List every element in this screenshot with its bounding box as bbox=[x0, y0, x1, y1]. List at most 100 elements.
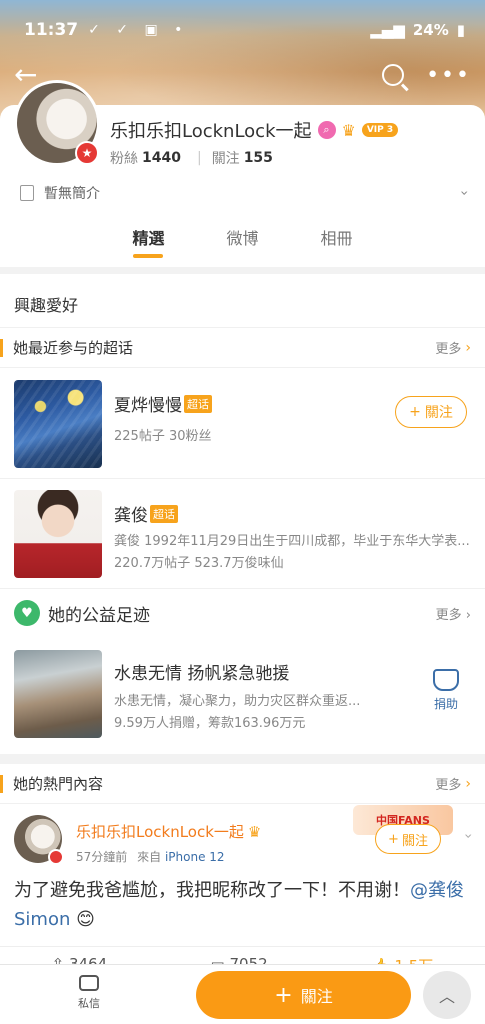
profile-stats: 粉絲 1440 | 關注 155 bbox=[110, 148, 279, 168]
smile-emoji-icon: 😊 bbox=[76, 909, 95, 930]
accent-bar bbox=[0, 338, 3, 357]
super-topics-title: 她最近参与的超话 bbox=[13, 339, 134, 357]
hot-more[interactable]: 更多 › bbox=[435, 774, 471, 794]
charity-title: 她的公益足迹 bbox=[48, 605, 150, 626]
message-button[interactable]: 私信 bbox=[78, 975, 100, 1011]
plus-icon: + bbox=[274, 982, 293, 1008]
charity-description: 水患无情，凝心聚力，助力灾区群众重返... bbox=[114, 694, 361, 709]
tab-weibo[interactable]: 微博 bbox=[226, 226, 258, 264]
topic-title-line: 龚俊 超话 bbox=[114, 501, 178, 526]
charity-block: ♥ 她的公益足迹 更多 › 水患无情 扬帆紧急驰援 水患无情，凝心聚力，助力灾区… bbox=[0, 589, 485, 738]
bottom-bar: 私信 + 關注 ︿ bbox=[0, 964, 485, 1024]
post-text[interactable]: 为了避免我爸尴尬，我把昵称改了一下！不用谢！@龚俊Simon 😊 bbox=[14, 876, 474, 934]
post-body: 为了避免我爸尴尬，我把昵称改了一下！不用谢！ bbox=[14, 880, 410, 901]
topic-stats: 220.7万帖子 523.7万俊味仙 bbox=[114, 556, 284, 571]
chevron-down-icon[interactable]: › bbox=[460, 833, 476, 839]
super-topic-tag: 超话 bbox=[150, 504, 178, 523]
donate-button[interactable]: 捐助 bbox=[433, 669, 459, 712]
follow-label: 關注 bbox=[300, 987, 333, 1006]
interests-title: 興趣愛好 bbox=[0, 274, 485, 328]
fans-count[interactable]: 1440 bbox=[142, 150, 181, 166]
bio-row[interactable]: 暫無簡介 › bbox=[20, 183, 472, 203]
more-label: 更多 bbox=[435, 342, 462, 357]
post-author[interactable]: 乐扣乐扣LocknLock一起 bbox=[76, 821, 244, 842]
battery-icon: ▮ bbox=[456, 21, 465, 39]
super-topics-more[interactable]: 更多 › bbox=[435, 338, 471, 358]
charity-title-line: 水患无情 扬帆紧急驰援 bbox=[114, 659, 289, 684]
crown-icon: ♛ bbox=[247, 822, 262, 841]
topic-title-line: 夏烨慢慢 超话 bbox=[114, 391, 212, 416]
list-item[interactable]: 龚俊 超话 龚俊 1992年11月29日出生于四川成都，毕业于东华大学表... … bbox=[0, 479, 485, 589]
charity-item-title: 水患无情 扬帆紧急驰援 bbox=[114, 664, 290, 684]
tab-album[interactable]: 相冊 bbox=[321, 226, 353, 264]
status-bar: 11:37 ✓ ✓ ▣ • ▂▄▆ 24% ▮ bbox=[24, 16, 465, 44]
charity-icon: ♥ bbox=[14, 600, 40, 626]
charity-more[interactable]: 更多 › bbox=[436, 604, 471, 623]
avatar[interactable]: ★ bbox=[14, 80, 100, 166]
topic-thumbnail bbox=[14, 490, 102, 578]
chevron-down-icon[interactable]: › bbox=[456, 190, 472, 196]
post-follow-button[interactable]: + 關注 bbox=[375, 824, 441, 854]
follow-label: 關注 bbox=[424, 405, 453, 421]
hot-header: 她的熱門內容 更多 › bbox=[0, 764, 485, 804]
post-device[interactable]: iPhone 12 bbox=[165, 850, 225, 864]
post-meta: 乐扣乐扣LocknLock一起 ♛ 57分鐘前 來自 iPhone 12 bbox=[76, 815, 261, 865]
more-label: 更多 bbox=[435, 778, 462, 793]
signal-icon: ▂▄▆ bbox=[370, 21, 405, 39]
post-time-row: 57分鐘前 來自 iPhone 12 bbox=[76, 848, 261, 865]
following-count[interactable]: 155 bbox=[244, 150, 273, 166]
topic-description: 龚俊 1992年11月29日出生于四川成都，毕业于东华大学表... bbox=[114, 534, 470, 549]
document-icon bbox=[20, 185, 34, 201]
post-author-row: 乐扣乐扣LocknLock一起 ♛ bbox=[76, 821, 261, 842]
follow-label: 關注 bbox=[401, 833, 428, 849]
search-icon[interactable] bbox=[382, 64, 405, 86]
search-badge-icon: ⌕ bbox=[317, 121, 336, 139]
profile-name: 乐扣乐扣LocknLock一起 bbox=[110, 121, 312, 142]
follow-button[interactable]: + 關注 bbox=[196, 971, 411, 1019]
vip-badge[interactable]: VIP 3 bbox=[361, 123, 399, 137]
super-topics-header: 她最近参与的超话 更多 › bbox=[0, 328, 485, 368]
hot-title: 她的熱門內容 bbox=[13, 775, 104, 793]
verified-badge-icon bbox=[48, 849, 64, 865]
list-item[interactable]: 水患无情 扬帆紧急驰援 水患无情，凝心聚力，助力灾区群众重返... 9.59万人… bbox=[0, 639, 485, 749]
more-label: 更多 bbox=[435, 607, 462, 623]
topic-name: 龚俊 bbox=[114, 506, 148, 526]
notification-icons: ✓ ✓ ▣ • bbox=[88, 22, 189, 38]
post-header: 乐扣乐扣LocknLock一起 ♛ 57分鐘前 來自 iPhone 12 bbox=[14, 815, 261, 865]
post-time: 57分鐘前 bbox=[76, 850, 128, 864]
back-arrow-icon[interactable]: ← bbox=[14, 61, 37, 89]
scroll-top-button[interactable]: ︿ bbox=[423, 971, 471, 1019]
interests-section: 興趣愛好 她最近参与的超话 更多 › 夏烨慢慢 超话 225帖子 30粉丝 + 關注… bbox=[0, 274, 485, 754]
chevron-right-icon: › bbox=[465, 339, 471, 356]
message-label: 私信 bbox=[78, 997, 100, 1010]
donate-label: 捐助 bbox=[433, 697, 458, 711]
profile-tabs: 精選 微博 相冊 bbox=[0, 226, 485, 264]
topic-name: 夏烨慢慢 bbox=[114, 396, 182, 416]
plus-icon: + bbox=[388, 831, 399, 847]
follow-topic-button[interactable]: + 關注 bbox=[395, 396, 467, 428]
verified-badge-icon: ★ bbox=[75, 141, 99, 165]
charity-stats: 9.59万人捐赠，筹款163.96万元 bbox=[114, 716, 306, 731]
top-nav: ← ••• bbox=[14, 58, 471, 92]
plus-icon: + bbox=[409, 404, 421, 420]
more-icon[interactable]: ••• bbox=[426, 63, 471, 88]
donate-hand-icon bbox=[433, 669, 459, 691]
charity-header: ♥ 她的公益足迹 更多 › bbox=[0, 589, 485, 637]
charity-thumbnail bbox=[14, 650, 102, 738]
fans-label: 粉絲 bbox=[110, 151, 138, 167]
list-item[interactable]: 夏烨慢慢 超话 225帖子 30粉丝 + 關注 bbox=[0, 369, 485, 479]
following-label: 關注 bbox=[211, 151, 240, 167]
profile-name-row: 乐扣乐扣LocknLock一起 ⌕ ♛ VIP 3 bbox=[110, 117, 399, 143]
post-avatar[interactable] bbox=[14, 815, 64, 865]
tab-featured[interactable]: 精選 bbox=[132, 226, 164, 264]
clock: 11:37 bbox=[24, 20, 79, 40]
message-icon bbox=[79, 975, 99, 991]
crown-icon: ♛ bbox=[341, 120, 356, 140]
stats-divider: | bbox=[196, 150, 202, 166]
topic-thumbnail bbox=[14, 380, 102, 468]
post-source-label: 來自 bbox=[137, 850, 162, 864]
accent-bar bbox=[0, 774, 3, 793]
super-topic-tag: 超话 bbox=[184, 394, 212, 413]
bio-text: 暫無簡介 bbox=[44, 186, 100, 202]
chevron-up-icon: ︿ bbox=[438, 987, 455, 1006]
